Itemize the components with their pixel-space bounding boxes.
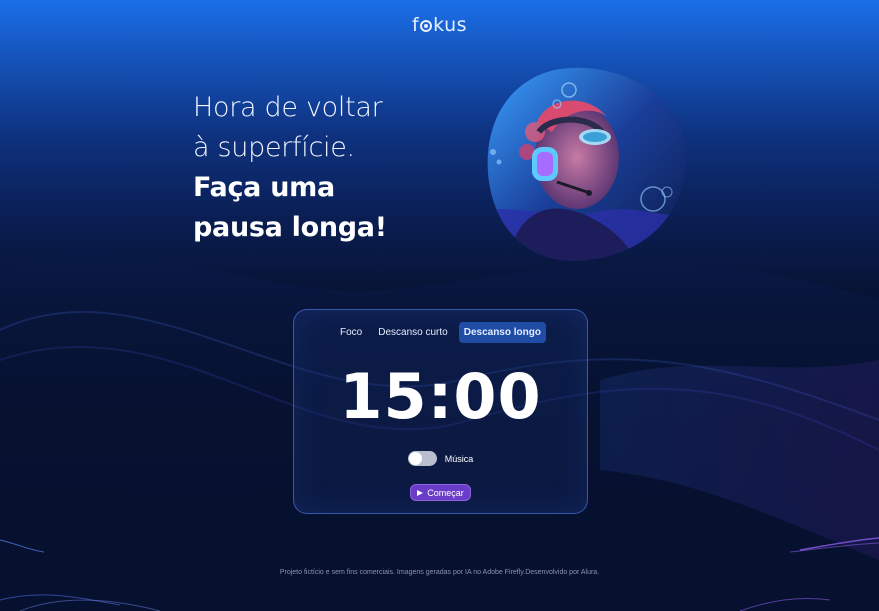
tab-descanso-longo[interactable]: Descanso longo (458, 322, 546, 343)
app-logo[interactable]: f kus (0, 14, 879, 36)
start-button-label: Começar (427, 487, 464, 498)
tab-descanso-curto[interactable]: Descanso curto (373, 322, 452, 343)
logo-o-icon (420, 20, 433, 32)
timer-card: Foco Descanso curto Descanso longo 15:00… (293, 309, 588, 514)
start-button[interactable]: Começar (410, 484, 471, 501)
music-label: Música (444, 453, 474, 464)
music-toggle[interactable] (407, 451, 437, 466)
headline-line-2: à superfície. (193, 132, 355, 163)
music-toggle-row: Música (294, 451, 587, 466)
footer-text: Projeto fictício e sem fins comerciais. … (279, 569, 600, 576)
timer-display: 15:00 (339, 360, 542, 433)
headline-line-1: Hora de voltar (193, 92, 383, 123)
headline-line-4: pausa longa! (193, 212, 387, 243)
tab-foco[interactable]: Foco (335, 322, 367, 343)
toggle-knob (408, 452, 422, 465)
headline-line-3: Faça uma (193, 172, 335, 203)
hero-illustration (487, 67, 686, 261)
headline: Hora de voltar à superfície. Faça uma pa… (193, 88, 493, 248)
play-icon (417, 489, 424, 496)
mode-tabs: Foco Descanso curto Descanso longo (294, 322, 587, 343)
logo-text: f kus (411, 14, 468, 36)
